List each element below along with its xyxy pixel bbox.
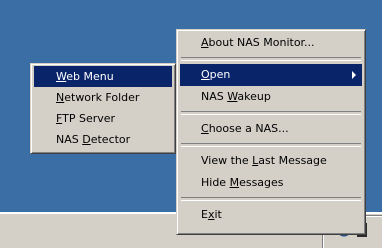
submenu-item-nas-detector[interactable]: NAS Detector	[34, 129, 172, 150]
menu-item-hide-messages[interactable]: Hide Messages	[180, 172, 362, 194]
menu-separator	[181, 197, 361, 201]
menu-item-open[interactable]: Open	[180, 64, 362, 86]
menu-item-nas-wakeup[interactable]: NAS Wakeup	[180, 86, 362, 108]
open-submenu: Web Menu Network Folder FTP Server NAS D…	[30, 63, 176, 154]
menu-separator	[181, 111, 361, 115]
submenu-item-web-menu[interactable]: Web Menu	[34, 66, 172, 87]
menu-item-exit[interactable]: Exit	[180, 204, 362, 226]
menu-separator	[181, 143, 361, 147]
submenu-item-network-folder[interactable]: Network Folder	[34, 87, 172, 108]
menu-item-about[interactable]: About NAS Monitor...	[180, 32, 362, 54]
submenu-item-ftp-server[interactable]: FTP Server	[34, 108, 172, 129]
menu-separator	[181, 57, 361, 61]
nas-monitor-context-menu: About NAS Monitor... Open NAS Wakeup Cho…	[176, 29, 366, 235]
menu-item-view-last-message[interactable]: View the Last Message	[180, 150, 362, 172]
menu-item-choose-nas[interactable]: Choose a NAS...	[180, 118, 362, 140]
submenu-arrow-icon	[352, 71, 356, 79]
